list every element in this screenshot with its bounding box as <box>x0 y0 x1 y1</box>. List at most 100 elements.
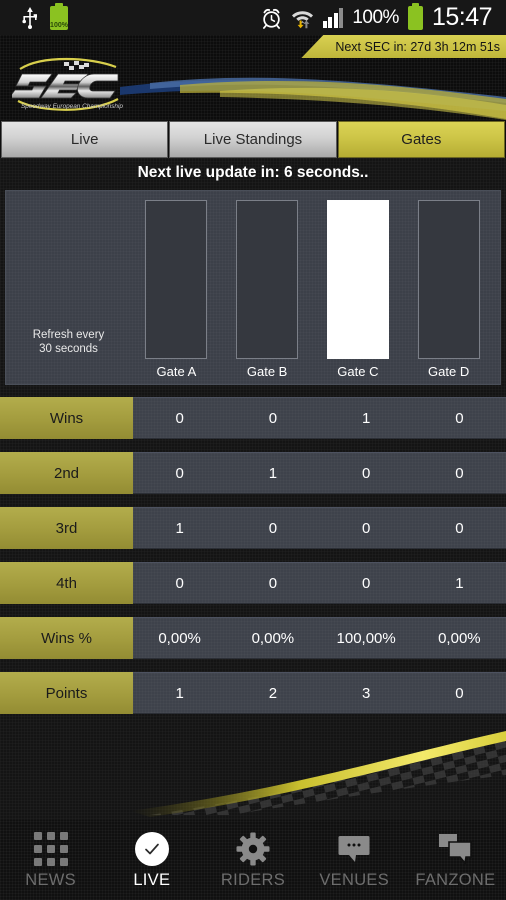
status-bar: 100% 100% 15:47 <box>0 0 506 35</box>
table-cell: 0 <box>455 684 464 702</box>
signal-bars-icon <box>322 7 344 28</box>
sec-logo-tagline: Speedway European Championship <box>21 103 123 110</box>
tab-live[interactable]: Live <box>1 121 169 158</box>
table-cell: 0 <box>455 409 464 427</box>
bar-fill <box>236 200 299 359</box>
bar-track <box>236 200 299 361</box>
status-bar-left: 100% <box>8 2 68 30</box>
nav-item-venues-label: VENUES <box>319 870 390 889</box>
gates-bar-chart: Refresh every 30 seconds Gate A Gate B G… <box>5 190 501 385</box>
table-cell: 0 <box>361 464 371 482</box>
speech-bubble-icon <box>337 831 371 867</box>
tab-live-standings[interactable]: Live Standings <box>169 121 337 158</box>
battery-percent-label: 100% <box>352 6 399 28</box>
table-row: Wins % 0,00% 0,00% 100,00% 0,00% <box>0 617 506 659</box>
sec-logo: Speedway European Championship <box>12 57 123 111</box>
table-cell: 1 <box>268 464 278 482</box>
gates-chart-wrapper: Refresh every 30 seconds Gate A Gate B G… <box>0 190 506 385</box>
table-row: 4th 0 0 0 1 <box>0 562 506 604</box>
row-label: 3rd <box>0 507 133 549</box>
bottom-navigation: NEWS LIVE RIDERS VENUES FANZONE <box>0 820 506 900</box>
double-speech-bubble-icon <box>438 831 473 867</box>
tab-live-label: Live <box>70 131 99 148</box>
status-bar-right: 100% 15:47 <box>261 2 498 32</box>
chart-bar-gate-b: Gate B <box>236 200 299 379</box>
table-row: 2nd 0 1 0 0 <box>0 452 506 494</box>
countdown-label: Next SEC in: 27d 3h 12m 51s <box>335 39 500 54</box>
table-cell: 0 <box>268 409 278 427</box>
chart-bars: Gate A Gate B Gate C Gate D <box>131 200 494 379</box>
table-cell: 0 <box>455 519 464 537</box>
tab-live-standings-label: Live Standings <box>203 131 303 148</box>
row-cells: 1 2 3 0 <box>133 672 506 714</box>
nav-item-news-label: NEWS <box>25 870 76 889</box>
table-cell: 0 <box>175 409 184 427</box>
table-row: Wins 0 0 1 0 <box>0 397 506 439</box>
table-cell: 0,00% <box>251 629 295 647</box>
refresh-note-line2: 30 seconds <box>39 343 98 355</box>
grid-icon <box>33 831 68 867</box>
chart-bar-gate-a: Gate A <box>145 200 208 379</box>
table-cell: 0,00% <box>158 629 201 647</box>
table-cell: 0 <box>455 464 464 482</box>
battery-label: 100% <box>50 21 68 29</box>
table-cell: 0 <box>175 464 184 482</box>
bar-track <box>417 200 480 361</box>
nav-item-fanzone-label: FANZONE <box>415 870 496 889</box>
bar-track <box>145 200 208 361</box>
refresh-note: Refresh every 30 seconds <box>16 328 121 356</box>
nav-item-fanzone[interactable]: FANZONE <box>405 831 506 890</box>
row-cells: 0,00% 0,00% 100,00% 0,00% <box>133 617 506 659</box>
nav-item-riders[interactable]: RIDERS <box>202 831 303 890</box>
table-row: Points 1 2 3 0 <box>0 672 506 714</box>
table-cell: 2 <box>268 684 278 702</box>
bar-track <box>326 200 389 361</box>
nav-item-riders-label: RIDERS <box>220 870 286 889</box>
table-cell: 0 <box>268 574 278 592</box>
bar-label: Gate B <box>246 364 288 379</box>
refresh-note-line1: Refresh every <box>32 329 105 341</box>
table-cell: 1 <box>455 574 464 592</box>
table-cell: 0 <box>175 574 184 592</box>
nav-item-news[interactable]: NEWS <box>0 831 101 890</box>
row-label: Wins <box>0 397 133 439</box>
bar-label: Gate C <box>337 364 379 379</box>
row-label: Wins % <box>0 617 133 659</box>
nav-item-venues[interactable]: VENUES <box>304 831 405 890</box>
bar-label: Gate A <box>156 364 197 379</box>
table-cell: 0,00% <box>438 629 481 647</box>
nav-item-live-label: LIVE <box>133 870 171 889</box>
nav-item-live[interactable]: LIVE <box>101 831 202 890</box>
table-cell: 100,00% <box>336 629 396 647</box>
countdown-banner: Next SEC in: 27d 3h 12m 51s <box>301 35 506 58</box>
bar-fill <box>417 200 480 359</box>
table-cell: 0 <box>268 519 278 537</box>
table-cell: 0 <box>361 519 371 537</box>
wifi-icon <box>291 10 313 28</box>
footer-swoosh-graphic <box>0 715 506 820</box>
bar-fill <box>145 200 208 359</box>
gear-icon <box>236 831 270 867</box>
bar-fill <box>326 200 389 359</box>
row-label: 2nd <box>0 452 133 494</box>
table-cell: 0 <box>361 574 371 592</box>
row-label: Points <box>0 672 133 714</box>
battery-status-icon <box>407 2 423 30</box>
table-cell: 1 <box>175 684 184 702</box>
app-header: Speedway European Championship Next SEC … <box>0 35 506 120</box>
battery-icon: 100% <box>50 2 68 30</box>
row-cells: 0 0 1 0 <box>133 397 506 439</box>
live-update-status: Next live update in: 6 seconds.. <box>137 164 369 181</box>
tab-bar: Live Live Standings Gates <box>0 120 506 158</box>
bar-label: Gate D <box>428 364 470 379</box>
tab-gates-label: Gates <box>401 131 442 148</box>
row-cells: 0 1 0 0 <box>133 452 506 494</box>
row-cells: 0 0 0 1 <box>133 562 506 604</box>
table-cell: 3 <box>361 684 371 702</box>
gates-stats-table: Wins 0 0 1 0 2nd 0 1 0 0 3rd 1 0 0 0 4th… <box>0 397 506 714</box>
tab-gates[interactable]: Gates <box>337 121 505 158</box>
table-cell: 1 <box>175 519 184 537</box>
clock-label: 15:47 <box>431 3 493 31</box>
alarm-clock-icon <box>262 8 280 29</box>
check-circle-icon <box>134 831 169 867</box>
